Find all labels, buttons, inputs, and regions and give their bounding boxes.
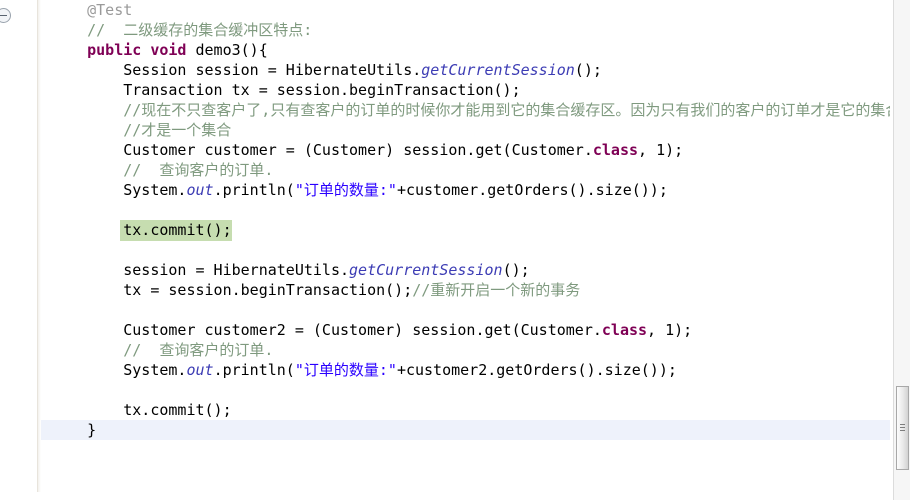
code-token-plain: } xyxy=(87,421,97,439)
code-token-plain: Customer customer = (Customer) session.g… xyxy=(123,141,593,159)
code-token-plain: Session session = HibernateUtils. xyxy=(123,61,422,79)
code-token-stat: out xyxy=(186,181,214,199)
code-line[interactable]: Transaction tx = session.beginTransactio… xyxy=(41,80,890,100)
code-line[interactable] xyxy=(41,300,890,320)
code-token-kw: void xyxy=(150,41,187,59)
code-token-plain: Customer customer2 = (Customer) session.… xyxy=(123,321,602,339)
code-line[interactable]: session = HibernateUtils.getCurrentSessi… xyxy=(41,260,890,280)
code-line[interactable]: tx.commit(); xyxy=(41,220,890,241)
code-line[interactable]: public void demo3(){ xyxy=(41,40,890,60)
code-token-plain: .println( xyxy=(213,181,295,199)
code-line[interactable]: System.out.println("订单的数量:"+customer.get… xyxy=(41,180,890,200)
code-line[interactable]: tx = session.beginTransaction();//重新开启一个… xyxy=(41,280,890,300)
code-token-plain: tx.commit(); xyxy=(123,221,232,239)
collapse-fold-icon[interactable] xyxy=(0,8,11,23)
code-line[interactable]: System.out.println("订单的数量:"+customer2.ge… xyxy=(41,360,890,380)
code-token-cmt: // 查询客户的订单. xyxy=(123,161,274,179)
code-line[interactable]: // 查询客户的订单. xyxy=(41,340,890,360)
code-line[interactable]: @Test xyxy=(41,0,890,20)
editor-gutter[interactable] xyxy=(0,0,38,500)
code-token-plain: tx = session.beginTransaction(); xyxy=(123,281,413,299)
code-token-str: "订单的数量:" xyxy=(294,181,397,199)
code-line[interactable]: // 查询客户的订单. xyxy=(41,160,890,180)
code-line[interactable] xyxy=(41,200,890,220)
code-token-plain: Transaction tx = session.beginTransactio… xyxy=(123,81,521,99)
code-line[interactable]: // 二级缓存的集合缓冲区特点: xyxy=(41,20,890,40)
code-token-cmt: //现在不只查客户了,只有查客户的订单的时候你才能用到它的集合缓存区。因为只有我… xyxy=(123,101,890,119)
code-token-plain: +customer.getOrders().size()); xyxy=(396,181,668,199)
code-token-plain: (); xyxy=(574,61,602,79)
vertical-scrollbar-thumb[interactable] xyxy=(896,386,909,470)
code-line[interactable]: Session session = HibernateUtils.getCurr… xyxy=(41,60,890,80)
scrollbar-grip-icon xyxy=(900,424,905,425)
code-content[interactable]: @Test // 二级缓存的集合缓冲区特点: public void demo3… xyxy=(41,0,890,500)
code-line[interactable]: Customer customer2 = (Customer) session.… xyxy=(41,320,890,340)
code-token-stat: getCurrentSession xyxy=(349,261,503,279)
code-line[interactable]: } xyxy=(41,420,890,440)
code-token-plain: System. xyxy=(123,361,187,379)
code-token-kw: class xyxy=(592,141,639,159)
code-line[interactable]: //才是一个集合 xyxy=(41,120,890,140)
editor-bottom-fill xyxy=(0,492,893,500)
selected-text[interactable]: tx.commit(); xyxy=(123,220,232,241)
code-token-plain: , 1); xyxy=(638,141,684,159)
code-token-stat: out xyxy=(186,361,214,379)
code-token-plain: demo3(){ xyxy=(186,41,268,59)
code-token-kw: class xyxy=(601,321,648,339)
code-token-cmt: //重新开启一个新的事务 xyxy=(412,281,581,299)
code-token-cmt: // 二级缓存的集合缓冲区特点: xyxy=(87,21,313,39)
code-token-plain: System. xyxy=(123,181,187,199)
code-token-plain: session = HibernateUtils. xyxy=(123,261,350,279)
code-token-plain: tx.commit(); xyxy=(123,401,232,419)
code-token-plain: (); xyxy=(502,261,530,279)
code-token-plain: , 1); xyxy=(647,321,693,339)
code-line[interactable]: //现在不只查客户了,只有查客户的订单的时候你才能用到它的集合缓存区。因为只有我… xyxy=(41,100,890,120)
code-token-cmt: //才是一个集合 xyxy=(123,121,232,139)
code-line[interactable]: Customer customer = (Customer) session.g… xyxy=(41,140,890,160)
code-line[interactable]: tx.commit(); xyxy=(41,400,890,420)
code-token-kw: public xyxy=(87,41,142,59)
code-token-plain: .println( xyxy=(213,361,295,379)
code-line[interactable] xyxy=(41,240,890,260)
code-token-stat: getCurrentSession xyxy=(421,61,575,79)
vertical-scrollbar[interactable] xyxy=(893,0,910,500)
code-line[interactable] xyxy=(41,380,890,400)
code-token-plain: +customer2.getOrders().size()); xyxy=(396,361,677,379)
code-token-str: "订单的数量:" xyxy=(294,361,397,379)
code-editor[interactable]: @Test // 二级缓存的集合缓冲区特点: public void demo3… xyxy=(0,0,910,500)
code-token-cmt: // 查询客户的订单. xyxy=(123,341,274,359)
code-token-ann: @Test xyxy=(87,1,133,19)
